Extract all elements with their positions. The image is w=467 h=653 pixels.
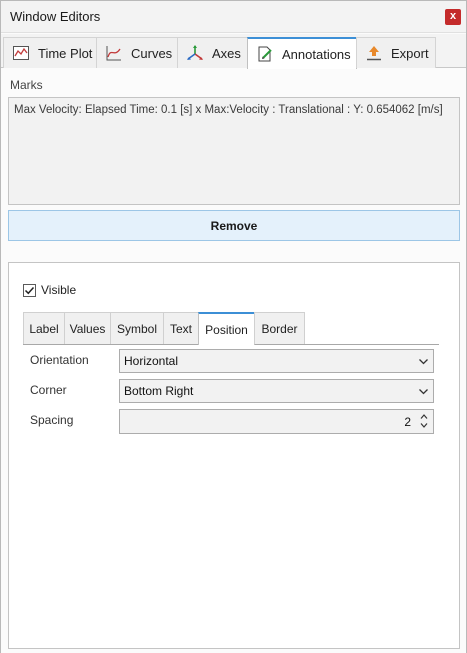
tab-values[interactable]: Values [64, 312, 111, 344]
tab-symbol[interactable]: Symbol [110, 312, 164, 344]
spacing-row: Spacing 2 [30, 409, 435, 434]
tab-label: Annotations [282, 46, 351, 62]
annotations-icon [256, 45, 274, 63]
list-item[interactable]: Max Velocity: Elapsed Time: 0.1 [s] x Ma… [14, 104, 443, 116]
settings-tab-bar: Label Values Symbol Text Position Border [23, 312, 439, 345]
tab-annotations[interactable]: Annotations [247, 37, 357, 69]
marks-list[interactable]: Max Velocity: Elapsed Time: 0.1 [s] x Ma… [8, 97, 460, 205]
spin-arrows[interactable] [418, 412, 430, 432]
tab-border[interactable]: Border [254, 312, 305, 344]
marks-label: Marks [10, 78, 43, 92]
tab-position[interactable]: Position [198, 312, 255, 345]
tab-text[interactable]: Text [163, 312, 199, 344]
window-editors-dialog: Window Editors x Time Plot Curves Axes A… [0, 0, 467, 653]
close-button[interactable]: x [445, 9, 461, 25]
chevron-up-icon[interactable] [418, 412, 430, 421]
chevron-down-icon [418, 356, 429, 367]
corner-row: Corner Bottom Right [30, 379, 435, 403]
orientation-value: Horizontal [124, 354, 179, 368]
tab-axes[interactable]: Axes [177, 37, 248, 68]
orientation-select[interactable]: Horizontal [119, 349, 434, 373]
tab-label: Axes [212, 45, 241, 61]
mark-settings-panel: Visible Label Values Symbol Text Positio… [8, 262, 460, 649]
orientation-label: Orientation [30, 353, 89, 367]
visible-label: Visible [41, 283, 77, 297]
title-bar[interactable]: Window Editors x [1, 1, 466, 33]
tab-label-settings[interactable]: Label [23, 312, 65, 344]
axes-icon [186, 44, 204, 62]
curves-icon [105, 44, 123, 62]
annotations-page: Marks Max Velocity: Elapsed Time: 0.1 [s… [1, 69, 466, 653]
tab-export[interactable]: Export [356, 37, 436, 68]
main-tab-bar: Time Plot Curves Axes Annotations Export [1, 34, 466, 69]
tab-label: Export [391, 45, 429, 61]
tab-label: Curves [131, 45, 173, 61]
corner-label: Corner [30, 383, 67, 397]
time-plot-icon [12, 44, 30, 62]
window-title: Window Editors [10, 9, 101, 24]
export-icon [365, 44, 383, 62]
orientation-row: Orientation Horizontal [30, 349, 435, 373]
chevron-down-icon[interactable] [418, 421, 430, 430]
tab-label: Time Plot [38, 45, 93, 61]
spacing-value: 2 [404, 415, 411, 429]
spacing-spinbox[interactable]: 2 [119, 409, 434, 434]
spacing-label: Spacing [30, 413, 74, 427]
tab-curves[interactable]: Curves [96, 37, 178, 68]
remove-button[interactable]: Remove [8, 210, 460, 241]
corner-value: Bottom Right [124, 384, 194, 398]
visible-checkbox[interactable] [23, 283, 36, 297]
tab-time-plot[interactable]: Time Plot [3, 37, 97, 68]
visible-checkbox-row[interactable]: Visible [23, 283, 76, 297]
corner-select[interactable]: Bottom Right [119, 379, 434, 403]
chevron-down-icon [418, 386, 429, 397]
checkmark-icon [24, 286, 35, 294]
